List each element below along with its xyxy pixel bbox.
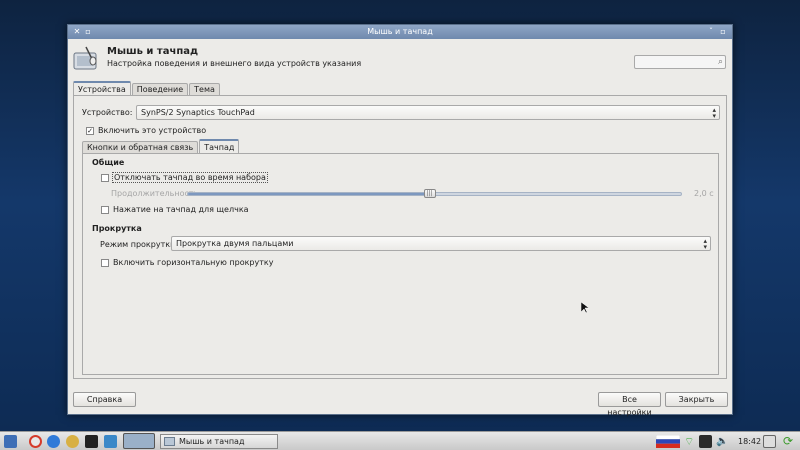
search-icon: ⌕ <box>717 57 723 67</box>
scroll-mode-value: Прокрутка двумя пальцами <box>176 239 294 248</box>
minimize-icon[interactable]: ˇ <box>705 26 717 38</box>
help-button[interactable]: Справка <box>73 392 136 407</box>
scroll-mode-label: Режим прокрутки: <box>100 240 178 249</box>
dialog-subtitle: Настройка поведения и внешнего вида устр… <box>107 59 362 68</box>
chevron-updown-icon: ▴ ▾ <box>712 106 716 120</box>
horizontal-scroll-checkbox[interactable]: Включить горизонтальную прокрутку <box>101 258 273 267</box>
scroll-heading: Прокрутка <box>92 224 142 233</box>
settings-window: ✕ ▫ Мышь и тачпад ˇ ▫ Мышь и тачпад Наст… <box>67 24 733 417</box>
checkbox-checked-icon: ✓ <box>86 126 94 135</box>
duration-value: 2,0 с <box>694 189 714 198</box>
show-desktop-icon[interactable] <box>104 435 117 448</box>
taskbar: Мышь и тачпад ⌔ 🔈 18:42 ⟳ <box>0 431 800 450</box>
calendar-icon[interactable] <box>763 435 776 448</box>
dialog-header: Мышь и тачпад Настройка поведения и внеш… <box>68 39 732 87</box>
network-icon[interactable] <box>699 435 712 448</box>
scroll-mode-select[interactable]: Прокрутка двумя пальцами ▴ ▾ <box>171 236 711 251</box>
tab-touchpad[interactable]: Тачпад <box>199 139 240 154</box>
checkbox-unchecked-icon <box>101 258 109 267</box>
device-label: Устройство: <box>82 108 133 117</box>
devices-panel: Устройство: SynPS/2 Synaptics TouchPad ▴… <box>73 95 727 379</box>
horizontal-scroll-label: Включить горизонтальную прокрутку <box>113 258 274 267</box>
checkbox-unchecked-icon <box>101 205 109 214</box>
app-menu-icon[interactable] <box>4 435 17 448</box>
mouse-cursor-icon <box>581 302 589 313</box>
mouse-settings-icon <box>73 46 97 70</box>
enable-device-checkbox[interactable]: ✓ Включить это устройство <box>86 126 206 135</box>
duration-slider-fill <box>188 193 430 195</box>
disable-while-typing-checkbox[interactable]: Отключать тачпад во время набора <box>101 172 268 183</box>
title-bar[interactable]: ✕ ▫ Мышь и тачпад ˇ ▫ <box>68 25 732 39</box>
duration-slider-handle[interactable]: ||| <box>423 189 436 198</box>
checkbox-unchecked-icon <box>101 173 109 182</box>
enable-device-label: Включить это устройство <box>98 126 207 135</box>
taskbar-task-mouse-touchpad[interactable]: Мышь и тачпад <box>160 434 278 449</box>
clock[interactable]: 18:42 <box>738 435 761 448</box>
tap-to-click-checkbox[interactable]: Нажатие на тачпад для щелчка <box>101 205 249 214</box>
device-select-value: SynPS/2 Synaptics TouchPad <box>141 108 255 117</box>
main-tabs: Устройства Поведение Тема <box>73 81 220 96</box>
device-select[interactable]: SynPS/2 Synaptics TouchPad ▴ ▾ <box>136 105 720 120</box>
all-settings-button[interactable]: Все настройки <box>598 392 661 417</box>
tap-to-click-label: Нажатие на тачпад для щелчка <box>113 205 249 214</box>
maximize-icon[interactable]: ▫ <box>717 26 729 38</box>
power-icon[interactable]: ⟳ <box>783 435 796 448</box>
wifi-icon[interactable]: ⌔ <box>684 435 697 448</box>
volume-icon[interactable]: 🔈 <box>716 435 729 448</box>
dialog-heading: Мышь и тачпад <box>107 46 199 57</box>
disable-while-typing-label: Отключать тачпад во время набора <box>112 172 268 183</box>
touchpad-panel: Общие Отключать тачпад во время набора П… <box>82 153 719 375</box>
device-sub-tabs: Кнопки и обратная связь Тачпад <box>82 139 240 154</box>
file-manager-icon[interactable] <box>66 435 79 448</box>
keyboard-layout-flag-icon[interactable] <box>656 435 680 448</box>
window-icon <box>164 437 175 446</box>
window-title: Мышь и тачпад <box>367 27 433 36</box>
menu-icon[interactable]: ▫ <box>82 26 94 38</box>
terminal-icon[interactable] <box>85 435 98 448</box>
browser-icon[interactable] <box>29 435 42 448</box>
workspace-switcher[interactable] <box>123 433 155 449</box>
duration-slider[interactable]: ||| <box>187 189 682 198</box>
general-heading: Общие <box>92 158 125 167</box>
close-button[interactable]: Закрыть <box>665 392 728 407</box>
tab-devices[interactable]: Устройства <box>73 81 131 96</box>
chevron-updown-icon: ▴ ▾ <box>703 237 707 251</box>
search-input[interactable]: ⌕ <box>634 55 726 69</box>
web-browser-icon[interactable] <box>47 435 60 448</box>
taskbar-task-label: Мышь и тачпад <box>179 437 245 446</box>
